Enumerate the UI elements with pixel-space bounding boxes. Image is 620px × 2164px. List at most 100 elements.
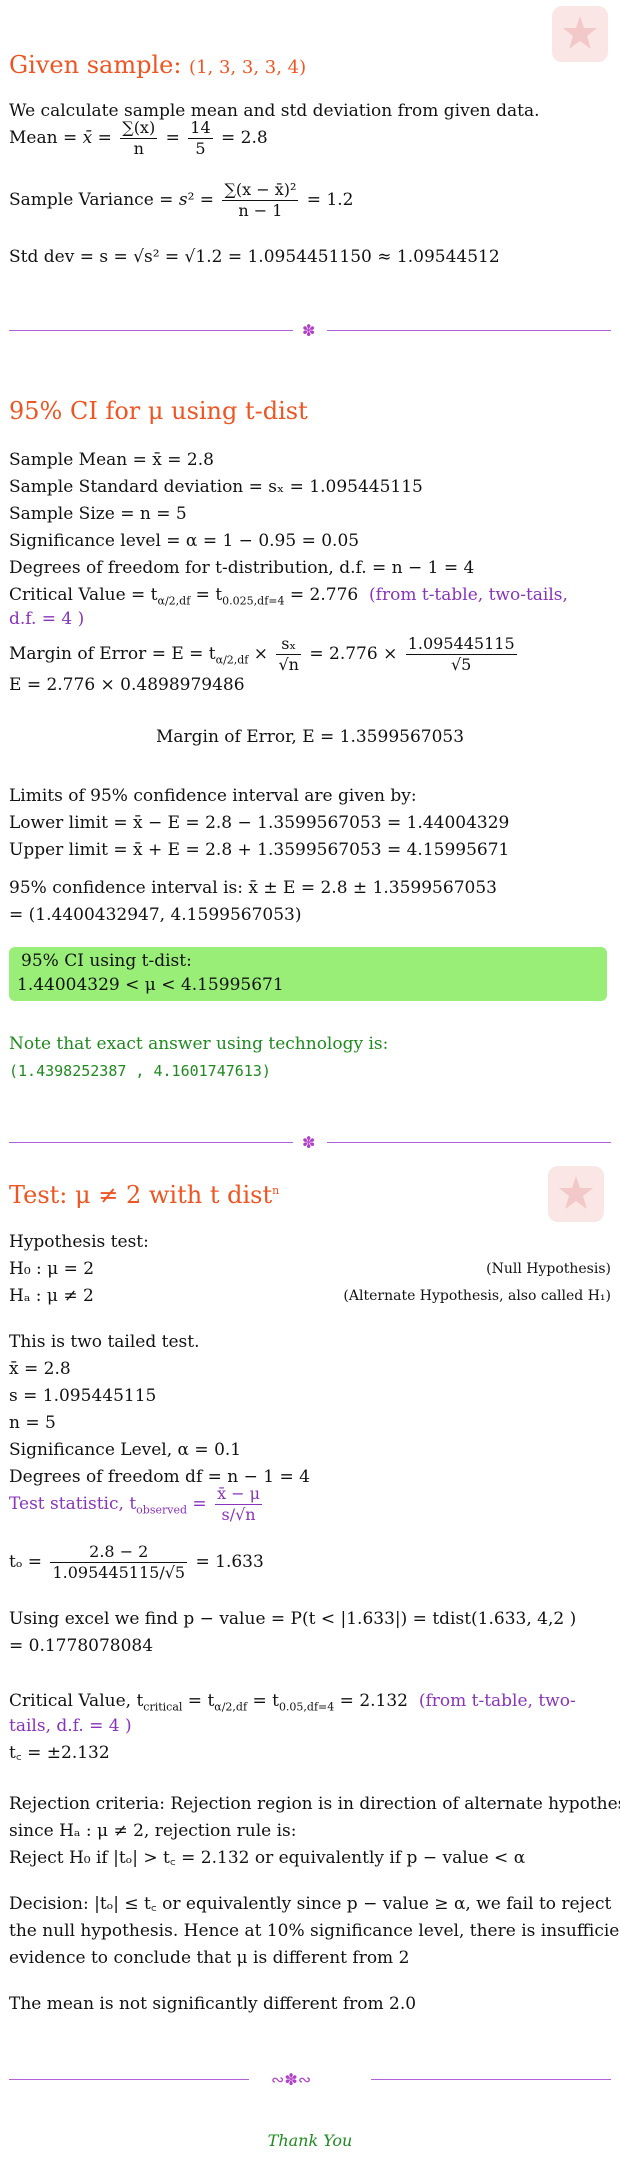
moe-label: Margin of Error = E = t bbox=[9, 644, 216, 664]
alpha-value: Significance Level, α = 0.1 bbox=[9, 1440, 242, 1460]
mean-value: = 2.8 bbox=[221, 128, 268, 148]
divider-line bbox=[327, 330, 611, 331]
fraction-denominator: n − 1 bbox=[238, 201, 283, 220]
fraction-numerator: sₓ bbox=[276, 634, 301, 655]
technology-note: Note that exact answer using technology … bbox=[9, 1034, 389, 1054]
fraction-denominator: s/√n bbox=[221, 1505, 256, 1524]
ci-heading: 95% CI for μ using t-dist bbox=[9, 397, 308, 425]
limits-intro: Limits of 95% confidence interval are gi… bbox=[9, 786, 417, 806]
ornament-icon: ✽ bbox=[302, 1133, 316, 1152]
test-statistic-formula: Test statistic, tobserved = x̄ − μ s/√n bbox=[9, 1480, 265, 1534]
p-value-result: = 0.1778078084 bbox=[9, 1636, 154, 1656]
watermark-logo bbox=[548, 1166, 604, 1222]
alt-hypothesis: Hₐ : μ ≠ 2 bbox=[9, 1286, 94, 1306]
moe-result: Margin of Error, E = 1.3599567053 bbox=[155, 727, 465, 747]
test-heading: Test: μ ≠ 2 with t distn bbox=[9, 1176, 279, 1210]
critical-mid: = t bbox=[247, 1691, 279, 1711]
superscript: n bbox=[272, 1184, 280, 1197]
lower-limit: Lower limit = x̄ − E = 2.8 − 1.359956705… bbox=[9, 813, 510, 833]
moe-fraction-values: 1.095445115 √5 bbox=[405, 634, 517, 675]
fraction-numerator: 14 bbox=[188, 118, 213, 139]
to-value: = 1.633 bbox=[195, 1552, 264, 1572]
ci-interval: 95% confidence interval is: x̄ ± E = 2.8… bbox=[9, 878, 497, 898]
mean-fraction-values: 14 5 bbox=[188, 118, 213, 159]
times-sign: × bbox=[253, 644, 269, 664]
conclusion-text: The mean is not significantly different … bbox=[9, 1994, 417, 2014]
subscript: 0.025,df=4 bbox=[222, 594, 285, 608]
mean-label: Mean = bbox=[9, 128, 78, 148]
upper-limit: Upper limit = x̄ + E = 2.8 + 1.359956705… bbox=[9, 840, 510, 860]
ci-result-box: 95% CI using t-dist: 1.44004329 < μ < 4.… bbox=[9, 947, 607, 1001]
variance-fraction: ∑(x − x̄)² n − 1 bbox=[222, 180, 299, 221]
std-dev-line: Std dev = s = √s² = √1.2 = 1.0954451150 … bbox=[9, 247, 500, 267]
given-sample-heading: Given sample: (1, 3, 3, 3, 4) bbox=[9, 50, 306, 83]
p-value-line: Using excel we find p − value = P(t < |1… bbox=[9, 1609, 577, 1629]
sample-size: Sample Size = n = 5 bbox=[9, 504, 187, 524]
fraction-numerator: 1.095445115 bbox=[405, 634, 517, 655]
moe-calc: E = 2.776 × 0.4898979486 bbox=[9, 675, 245, 695]
rejection-criteria-cont: since Hₐ : μ ≠ 2, rejection rule is: bbox=[9, 1821, 297, 1841]
fraction-denominator: √5 bbox=[450, 655, 472, 674]
star-logo-icon bbox=[563, 16, 597, 49]
heading-text: Given sample: bbox=[9, 51, 182, 79]
rejection-rule: Reject H₀ if |tₒ| > t꜀ = 2.132 or equiva… bbox=[9, 1848, 526, 1868]
to-fraction: 2.8 − 2 1.095445115/√5 bbox=[50, 1542, 188, 1583]
mean-formula: Mean = x̄ = ∑(x) n = 14 5 = 2.8 bbox=[9, 118, 268, 159]
subscript: α/2,df bbox=[215, 653, 249, 667]
subscript: α/2,df bbox=[214, 1700, 248, 1714]
two-tailed-text: This is two tailed test. bbox=[9, 1332, 200, 1352]
subscript: α/2,df bbox=[157, 594, 191, 608]
t-table-note: (from t-table, two- bbox=[418, 1691, 576, 1711]
decision-line-1: Decision: |tₒ| ≤ t꜀ or equivalently sinc… bbox=[9, 1894, 612, 1914]
sample-mean: Sample Mean = x̄ = 2.8 bbox=[9, 450, 214, 470]
solution-page: Given sample: (1, 3, 3, 3, 4) We calcula… bbox=[0, 0, 620, 2164]
footer-divider: ∾✽∾ bbox=[9, 2070, 611, 2090]
critical-mid: = t bbox=[190, 585, 223, 605]
section-divider: ✽ bbox=[9, 1133, 611, 1153]
mean-fraction: ∑(x) n bbox=[120, 118, 158, 159]
fraction-denominator: 5 bbox=[195, 139, 206, 158]
sample-sd: Sample Standard deviation = sₓ = 1.09544… bbox=[9, 477, 423, 497]
thank-you-text: Thank You bbox=[267, 2131, 353, 2150]
watermark-logo bbox=[552, 6, 608, 62]
t-observed-calc: tₒ = 2.8 − 2 1.095445115/√5 = 1.633 bbox=[9, 1538, 264, 1586]
critical-label: Critical Value, t bbox=[9, 1691, 144, 1711]
fraction-numerator: x̄ − μ bbox=[215, 1484, 263, 1505]
fraction-denominator: 1.095445115/√5 bbox=[52, 1563, 186, 1582]
decision-line-2: the null hypothesis. Hence at 10% signif… bbox=[9, 1921, 620, 1941]
ci-interval-values: = (1.4400432947, 4.1599567053) bbox=[9, 905, 302, 925]
subscript: critical bbox=[143, 1700, 183, 1714]
divider-line bbox=[9, 2079, 249, 2080]
to-label: tₒ = bbox=[9, 1552, 43, 1572]
variance-label: Sample Variance = bbox=[9, 190, 174, 210]
moe-eq: = 2.776 × bbox=[309, 644, 398, 664]
critical-mid: = t bbox=[182, 1691, 215, 1711]
equals-sign: = bbox=[192, 1494, 207, 1514]
ci-result-title: 95% CI using t-dist: bbox=[21, 951, 192, 971]
t-table-note: (from t-table, two-tails, bbox=[369, 585, 568, 605]
variance-value: = 1.2 bbox=[306, 190, 354, 210]
degrees-of-freedom: Degrees of freedom for t-distribution, d… bbox=[9, 558, 475, 578]
moe-fraction: sₓ √n bbox=[276, 634, 301, 675]
fraction-numerator: 2.8 − 2 bbox=[50, 1542, 188, 1563]
fraction-numerator: ∑(x − x̄)² bbox=[222, 180, 299, 201]
decision-line-3: evidence to conclude that μ is different… bbox=[9, 1948, 410, 1968]
heading-text: Test: μ ≠ 2 with t dist bbox=[9, 1181, 273, 1209]
t-table-note-cont: d.f. = 4 ) bbox=[9, 609, 85, 629]
fraction-denominator: √n bbox=[278, 655, 299, 674]
variance-formula: Sample Variance = s² = ∑(x − x̄)² n − 1 =… bbox=[9, 180, 354, 221]
significance-level: Significance level = α = 1 − 0.95 = 0.05 bbox=[9, 531, 360, 551]
ts-fraction: x̄ − μ s/√n bbox=[215, 1484, 263, 1525]
divider-line bbox=[9, 1142, 293, 1143]
alt-hypothesis-note: (Alternate Hypothesis, also called H₁) bbox=[343, 1288, 611, 1304]
t-table-note-cont: tails, d.f. = 4 ) bbox=[9, 1716, 132, 1736]
xbar-value: x̄ = 2.8 bbox=[9, 1359, 71, 1379]
s-value: s = 1.095445115 bbox=[9, 1386, 157, 1406]
rejection-criteria: Rejection criteria: Rejection region is … bbox=[9, 1794, 620, 1814]
n-value: n = 5 bbox=[9, 1413, 56, 1433]
subscript: observed bbox=[136, 1503, 187, 1517]
ts-label: Test statistic, t bbox=[9, 1494, 137, 1514]
critical-label: Critical Value = t bbox=[9, 585, 158, 605]
tc-value: t꜀ = ±2.132 bbox=[9, 1743, 110, 1763]
hypothesis-label: Hypothesis test: bbox=[9, 1232, 149, 1252]
